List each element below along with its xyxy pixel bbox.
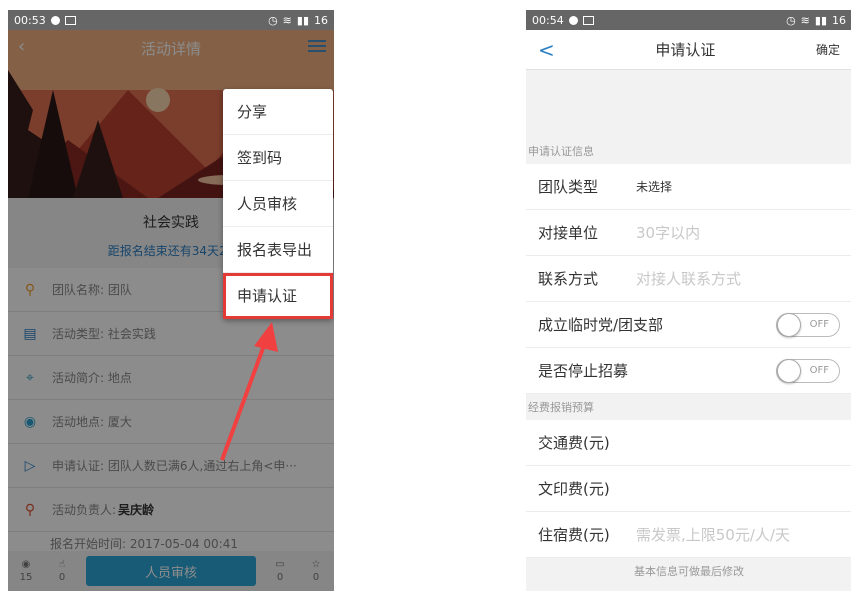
- form-row-traffic[interactable]: 交通费(元): [526, 420, 851, 466]
- status-bar: 00:53 ◷ ≋ ▮▮ 16: [8, 10, 334, 30]
- battery-level: 16: [832, 13, 846, 27]
- toggle-knob: [777, 358, 801, 383]
- menu-item-share[interactable]: 分享: [223, 89, 333, 135]
- form-row-team-type[interactable]: 团队类型 未选择: [526, 164, 851, 210]
- thumbs-up-icon: ☝: [58, 559, 66, 570]
- confirm-button[interactable]: 确定: [816, 41, 840, 58]
- views-counter: ◉ 15: [8, 558, 44, 584]
- info-row-certification[interactable]: ▷ 申请认证: 团队人数已满6人,通过右上角<申···: [8, 444, 334, 488]
- traffic-fee-input[interactable]: [636, 433, 806, 452]
- status-time: 00:54: [532, 13, 564, 27]
- temp-party-toggle[interactable]: OFF: [776, 312, 840, 337]
- form-row-temp-party: 成立临时党/团支部 OFF: [526, 302, 851, 348]
- form-row-lodging: 住宿费(元): [526, 512, 851, 558]
- menu-item-member-review[interactable]: 人员审核: [223, 181, 333, 227]
- alarm-icon: ◷: [786, 13, 796, 27]
- menu-item-checkin-code[interactable]: 签到码: [223, 135, 333, 181]
- section-label-certification: 申请认证信息: [526, 138, 851, 164]
- alarm-icon: ◷: [268, 13, 278, 27]
- status-time: 00:53: [14, 13, 46, 27]
- stop-recruit-toggle[interactable]: OFF: [776, 358, 840, 383]
- signal-icon: ▮▮: [814, 13, 827, 27]
- member-review-button[interactable]: 人员审核: [86, 556, 256, 586]
- contact-unit-input[interactable]: [636, 223, 806, 242]
- wifi-icon: ≋: [800, 13, 810, 27]
- location-pin-icon: ◉: [23, 413, 37, 430]
- printing-fee-input[interactable]: [636, 479, 806, 498]
- star-icon: ☆: [311, 559, 321, 570]
- page-title: 申请认证: [655, 41, 716, 59]
- team-type-select[interactable]: 未选择: [636, 178, 672, 195]
- message-icon: [582, 15, 594, 25]
- contact-method-input[interactable]: [636, 269, 806, 288]
- bottom-action-bar: ◉ 15 ☝ 0 人员审核 ▭ 0 ☆ 0: [8, 551, 334, 591]
- document-icon: ▤: [23, 325, 37, 342]
- person-icon: ⚲: [24, 281, 36, 298]
- menu-icon[interactable]: [308, 40, 326, 54]
- spacer: [526, 70, 851, 138]
- info-row-location: ◉ 活动地点: 厦大: [8, 400, 334, 444]
- right-phone-screen: 00:54 ◷ ≋ ▮▮ 16 < 申请认证 确定 申请认证信息 团队类型 未选…: [526, 10, 851, 591]
- status-bar: 00:54 ◷ ≋ ▮▮ 16: [526, 10, 851, 30]
- toggle-knob: [777, 312, 801, 337]
- eye-icon: ◉: [21, 559, 31, 570]
- message-icon: [64, 15, 76, 25]
- favorite-button[interactable]: ☆ 0: [298, 558, 334, 584]
- like-button[interactable]: ☝ 0: [44, 558, 80, 584]
- menu-item-export-form[interactable]: 报名表导出: [223, 227, 333, 273]
- form-row-stop-recruit: 是否停止招募 OFF: [526, 348, 851, 394]
- person-icon: ⚲: [24, 501, 36, 518]
- section-label-budget: 经费报销预算: [526, 394, 851, 420]
- battery-level: 16: [314, 13, 328, 27]
- comment-icon: ▭: [275, 559, 285, 570]
- form-row-printing[interactable]: 文印费(元): [526, 466, 851, 512]
- chat-icon: [50, 15, 60, 25]
- form-row-contact-unit: 对接单位: [526, 210, 851, 256]
- left-phone-screen: 00:53 ◷ ≋ ▮▮ 16 ‹ 活动详情 社会实践 距报名结束还有34天23…: [8, 10, 334, 591]
- comment-button[interactable]: ▭ 0: [262, 558, 298, 584]
- play-icon: ▷: [24, 457, 36, 474]
- signal-icon: ▮▮: [296, 13, 309, 27]
- info-row-intro: ⌖ 活动简介: 地点: [8, 356, 334, 400]
- wifi-icon: ≋: [282, 13, 292, 27]
- chat-icon: [568, 15, 578, 25]
- footer-note: 基本信息可做最后修改: [526, 558, 851, 584]
- back-button[interactable]: <: [538, 38, 555, 62]
- overflow-menu: 分享 签到码 人员审核 报名表导出 申请认证: [223, 89, 333, 319]
- menu-item-apply-certification[interactable]: 申请认证: [223, 273, 333, 319]
- form-row-contact-method: 联系方式: [526, 256, 851, 302]
- map-icon: ⌖: [26, 369, 34, 386]
- page-title: 活动详情: [140, 40, 201, 58]
- lodging-fee-input[interactable]: [636, 525, 826, 544]
- nav-bar: < 申请认证 确定: [526, 30, 851, 70]
- info-row-leader: ⚲ 活动负责人: 吴庆龄: [8, 488, 334, 532]
